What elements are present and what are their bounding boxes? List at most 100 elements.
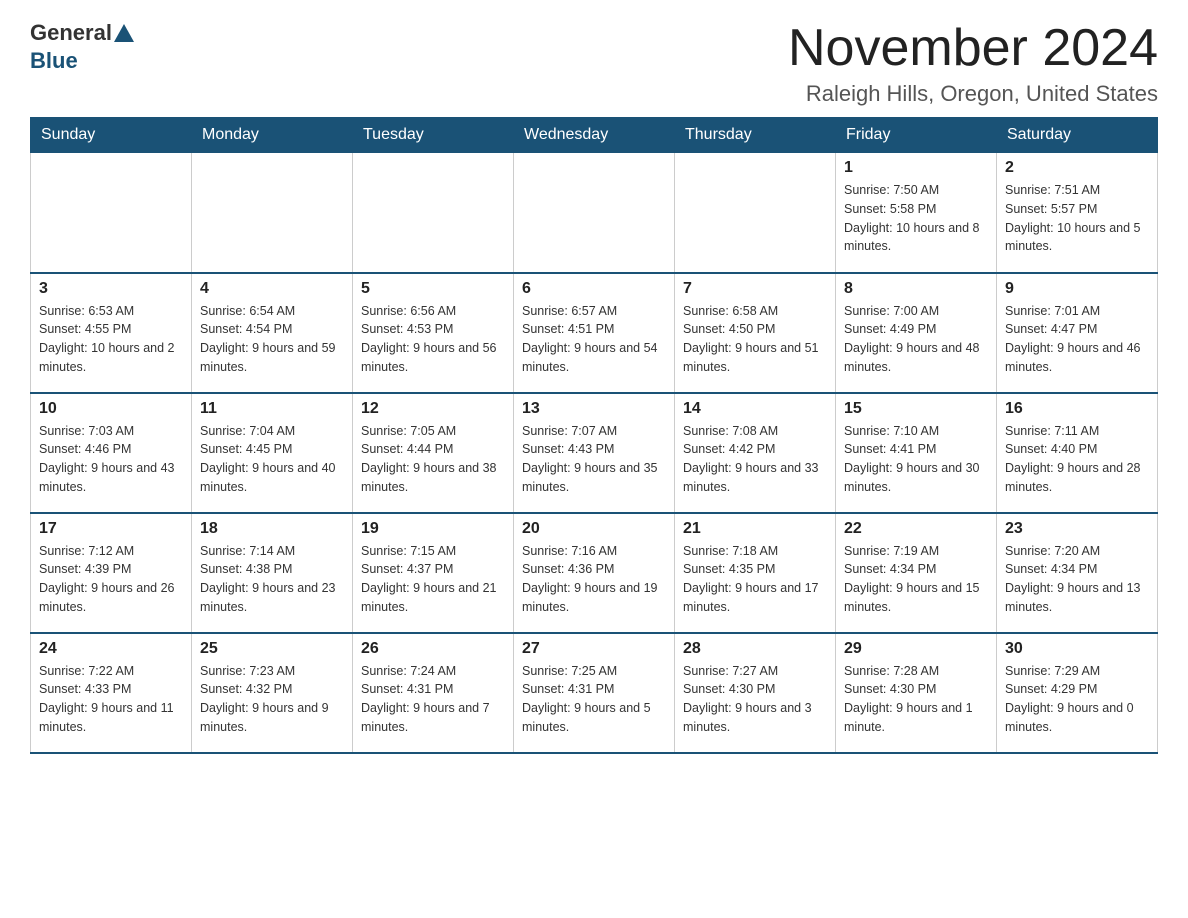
day-info: Sunrise: 7:03 AMSunset: 4:46 PMDaylight:…: [39, 422, 183, 497]
location-text: Raleigh Hills, Oregon, United States: [788, 81, 1158, 107]
day-number: 25: [200, 640, 344, 658]
day-info: Sunrise: 7:50 AMSunset: 5:58 PMDaylight:…: [844, 181, 988, 256]
logo: General Blue: [30, 20, 136, 74]
week-row-3: 10 Sunrise: 7:03 AMSunset: 4:46 PMDayligh…: [31, 393, 1158, 513]
day-cell: [353, 153, 514, 273]
day-info: Sunrise: 6:54 AMSunset: 4:54 PMDaylight:…: [200, 302, 344, 377]
day-info: Sunrise: 7:51 AMSunset: 5:57 PMDaylight:…: [1005, 181, 1149, 256]
week-row-4: 17 Sunrise: 7:12 AMSunset: 4:39 PMDayligh…: [31, 513, 1158, 633]
weekday-header-friday: Friday: [836, 118, 997, 153]
day-number: 23: [1005, 520, 1149, 538]
weekday-header-sunday: Sunday: [31, 118, 192, 153]
day-number: 29: [844, 640, 988, 658]
day-cell: 3 Sunrise: 6:53 AMSunset: 4:55 PMDaylight…: [31, 273, 192, 393]
day-info: Sunrise: 7:28 AMSunset: 4:30 PMDaylight:…: [844, 662, 988, 737]
week-row-1: 1Sunrise: 7:50 AMSunset: 5:58 PMDaylight…: [31, 153, 1158, 273]
day-number: 14: [683, 400, 827, 418]
day-info: Sunrise: 7:24 AMSunset: 4:31 PMDaylight:…: [361, 662, 505, 737]
day-info: Sunrise: 7:10 AMSunset: 4:41 PMDaylight:…: [844, 422, 988, 497]
day-info: Sunrise: 7:04 AMSunset: 4:45 PMDaylight:…: [200, 422, 344, 497]
day-cell: 23 Sunrise: 7:20 AMSunset: 4:34 PMDayligh…: [997, 513, 1158, 633]
day-number: 11: [200, 400, 344, 418]
day-info: Sunrise: 7:05 AMSunset: 4:44 PMDaylight:…: [361, 422, 505, 497]
day-info: Sunrise: 7:25 AMSunset: 4:31 PMDaylight:…: [522, 662, 666, 737]
day-number: 26: [361, 640, 505, 658]
day-cell: 2 Sunrise: 7:51 AMSunset: 5:57 PMDaylight…: [997, 153, 1158, 273]
day-number: 27: [522, 640, 666, 658]
day-cell: 12 Sunrise: 7:05 AMSunset: 4:44 PMDayligh…: [353, 393, 514, 513]
day-number: 30: [1005, 640, 1149, 658]
weekday-header-thursday: Thursday: [675, 118, 836, 153]
day-cell: 8 Sunrise: 7:00 AMSunset: 4:49 PMDaylight…: [836, 273, 997, 393]
day-cell: 5Sunrise: 6:56 AMSunset: 4:53 PMDaylight…: [353, 273, 514, 393]
day-cell: 18 Sunrise: 7:14 AMSunset: 4:38 PMDayligh…: [192, 513, 353, 633]
weekday-header-row: SundayMondayTuesdayWednesdayThursdayFrid…: [31, 118, 1158, 153]
day-info: Sunrise: 7:15 AMSunset: 4:37 PMDaylight:…: [361, 542, 505, 617]
day-number: 3: [39, 280, 183, 298]
day-number: 12: [361, 400, 505, 418]
day-number: 10: [39, 400, 183, 418]
day-cell: [31, 153, 192, 273]
day-info: Sunrise: 7:22 AMSunset: 4:33 PMDaylight:…: [39, 662, 183, 737]
day-cell: [514, 153, 675, 273]
logo-blue-text: Blue: [30, 48, 78, 74]
day-cell: [192, 153, 353, 273]
day-cell: [675, 153, 836, 273]
title-section: November 2024 Raleigh Hills, Oregon, Uni…: [788, 20, 1158, 107]
day-info: Sunrise: 7:00 AMSunset: 4:49 PMDaylight:…: [844, 302, 988, 377]
day-number: 8: [844, 280, 988, 298]
day-cell: 24 Sunrise: 7:22 AMSunset: 4:33 PMDayligh…: [31, 633, 192, 753]
day-number: 15: [844, 400, 988, 418]
day-cell: 19Sunrise: 7:15 AMSunset: 4:37 PMDayligh…: [353, 513, 514, 633]
day-cell: 4 Sunrise: 6:54 AMSunset: 4:54 PMDaylight…: [192, 273, 353, 393]
day-number: 16: [1005, 400, 1149, 418]
calendar-table: SundayMondayTuesdayWednesdayThursdayFrid…: [30, 117, 1158, 754]
day-info: Sunrise: 7:08 AMSunset: 4:42 PMDaylight:…: [683, 422, 827, 497]
day-cell: 16Sunrise: 7:11 AMSunset: 4:40 PMDayligh…: [997, 393, 1158, 513]
day-cell: 27 Sunrise: 7:25 AMSunset: 4:31 PMDayligh…: [514, 633, 675, 753]
day-number: 17: [39, 520, 183, 538]
day-info: Sunrise: 7:27 AMSunset: 4:30 PMDaylight:…: [683, 662, 827, 737]
day-info: Sunrise: 7:20 AMSunset: 4:34 PMDaylight:…: [1005, 542, 1149, 617]
weekday-header-tuesday: Tuesday: [353, 118, 514, 153]
day-cell: 10 Sunrise: 7:03 AMSunset: 4:46 PMDayligh…: [31, 393, 192, 513]
day-info: Sunrise: 6:57 AMSunset: 4:51 PMDaylight:…: [522, 302, 666, 377]
day-cell: 1Sunrise: 7:50 AMSunset: 5:58 PMDaylight…: [836, 153, 997, 273]
day-cell: 25Sunrise: 7:23 AMSunset: 4:32 PMDayligh…: [192, 633, 353, 753]
day-cell: 13Sunrise: 7:07 AMSunset: 4:43 PMDayligh…: [514, 393, 675, 513]
month-title: November 2024: [788, 20, 1158, 77]
logo-general-text: General: [30, 20, 112, 46]
day-number: 22: [844, 520, 988, 538]
page-header: General Blue November 2024 Raleigh Hills…: [30, 20, 1158, 107]
day-cell: 26 Sunrise: 7:24 AMSunset: 4:31 PMDayligh…: [353, 633, 514, 753]
day-cell: 20 Sunrise: 7:16 AMSunset: 4:36 PMDayligh…: [514, 513, 675, 633]
day-info: Sunrise: 6:56 AMSunset: 4:53 PMDaylight:…: [361, 302, 505, 377]
day-cell: 15 Sunrise: 7:10 AMSunset: 4:41 PMDayligh…: [836, 393, 997, 513]
day-cell: 28 Sunrise: 7:27 AMSunset: 4:30 PMDayligh…: [675, 633, 836, 753]
weekday-header-monday: Monday: [192, 118, 353, 153]
weekday-header-wednesday: Wednesday: [514, 118, 675, 153]
day-number: 24: [39, 640, 183, 658]
day-info: Sunrise: 6:53 AMSunset: 4:55 PMDaylight:…: [39, 302, 183, 377]
day-info: Sunrise: 7:29 AMSunset: 4:29 PMDaylight:…: [1005, 662, 1149, 737]
day-number: 21: [683, 520, 827, 538]
day-cell: 17 Sunrise: 7:12 AMSunset: 4:39 PMDayligh…: [31, 513, 192, 633]
day-info: Sunrise: 7:07 AMSunset: 4:43 PMDaylight:…: [522, 422, 666, 497]
day-info: Sunrise: 7:14 AMSunset: 4:38 PMDaylight:…: [200, 542, 344, 617]
day-number: 20: [522, 520, 666, 538]
day-cell: 11 Sunrise: 7:04 AMSunset: 4:45 PMDayligh…: [192, 393, 353, 513]
weekday-header-saturday: Saturday: [997, 118, 1158, 153]
week-row-5: 24 Sunrise: 7:22 AMSunset: 4:33 PMDayligh…: [31, 633, 1158, 753]
day-number: 4: [200, 280, 344, 298]
day-cell: 14 Sunrise: 7:08 AMSunset: 4:42 PMDayligh…: [675, 393, 836, 513]
day-info: Sunrise: 7:16 AMSunset: 4:36 PMDaylight:…: [522, 542, 666, 617]
day-info: Sunrise: 7:18 AMSunset: 4:35 PMDaylight:…: [683, 542, 827, 617]
day-number: 9: [1005, 280, 1149, 298]
day-cell: 29 Sunrise: 7:28 AMSunset: 4:30 PMDayligh…: [836, 633, 997, 753]
day-info: Sunrise: 7:12 AMSunset: 4:39 PMDaylight:…: [39, 542, 183, 617]
day-cell: 6Sunrise: 6:57 AMSunset: 4:51 PMDaylight…: [514, 273, 675, 393]
day-number: 2: [1005, 159, 1149, 177]
day-number: 28: [683, 640, 827, 658]
day-info: Sunrise: 7:01 AMSunset: 4:47 PMDaylight:…: [1005, 302, 1149, 377]
day-number: 18: [200, 520, 344, 538]
